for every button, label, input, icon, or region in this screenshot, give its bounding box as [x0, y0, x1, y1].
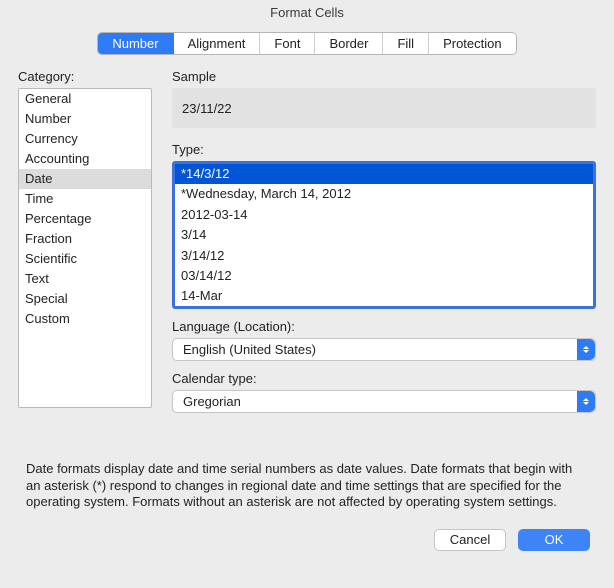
window-title: Format Cells: [0, 0, 614, 26]
dialog-body: NumberAlignmentFontBorderFillProtection …: [0, 32, 614, 551]
cancel-button[interactable]: Cancel: [434, 529, 506, 551]
tab-border[interactable]: Border: [315, 33, 383, 54]
type-item[interactable]: 14-Mar-12: [175, 307, 593, 309]
category-item[interactable]: General: [19, 89, 151, 109]
category-item[interactable]: Text: [19, 269, 151, 289]
sample-label: Sample: [172, 69, 596, 84]
language-label: Language (Location):: [172, 319, 596, 334]
tab-fill[interactable]: Fill: [383, 33, 429, 54]
category-item[interactable]: Percentage: [19, 209, 151, 229]
category-item[interactable]: Special: [19, 289, 151, 309]
type-item[interactable]: 14-Mar: [175, 286, 593, 306]
type-list[interactable]: *14/3/12*Wednesday, March 14, 20122012-0…: [172, 161, 596, 309]
category-item[interactable]: Accounting: [19, 149, 151, 169]
stepper-icon: [577, 391, 595, 412]
dialog-buttons: Cancel OK: [18, 529, 596, 551]
description-text: Date formats display date and time seria…: [18, 461, 596, 511]
category-list[interactable]: GeneralNumberCurrencyAccountingDateTimeP…: [18, 88, 152, 408]
tab-number[interactable]: Number: [98, 33, 173, 54]
tab-alignment[interactable]: Alignment: [174, 33, 261, 54]
category-item[interactable]: Fraction: [19, 229, 151, 249]
category-item[interactable]: Custom: [19, 309, 151, 329]
calendar-value: Gregorian: [183, 394, 241, 409]
type-item[interactable]: 03/14/12: [175, 266, 593, 286]
type-item[interactable]: 3/14/12: [175, 246, 593, 266]
stepper-icon: [577, 339, 595, 360]
sample-value: 23/11/22: [172, 88, 596, 128]
category-item[interactable]: Date: [19, 169, 151, 189]
language-select[interactable]: English (United States): [172, 338, 596, 361]
category-item[interactable]: Number: [19, 109, 151, 129]
type-item[interactable]: 3/14: [175, 225, 593, 245]
category-item[interactable]: Scientific: [19, 249, 151, 269]
type-item[interactable]: 2012-03-14: [175, 205, 593, 225]
tab-protection[interactable]: Protection: [429, 33, 516, 54]
type-label: Type:: [172, 142, 596, 157]
tab-font[interactable]: Font: [260, 33, 315, 54]
type-item[interactable]: *Wednesday, March 14, 2012: [175, 184, 593, 204]
category-item[interactable]: Time: [19, 189, 151, 209]
type-item[interactable]: *14/3/12: [175, 164, 593, 184]
calendar-label: Calendar type:: [172, 371, 596, 386]
calendar-select[interactable]: Gregorian: [172, 390, 596, 413]
ok-button[interactable]: OK: [518, 529, 590, 551]
tab-bar: NumberAlignmentFontBorderFillProtection: [18, 32, 596, 55]
category-label: Category:: [18, 69, 158, 84]
language-value: English (United States): [183, 342, 316, 357]
category-item[interactable]: Currency: [19, 129, 151, 149]
